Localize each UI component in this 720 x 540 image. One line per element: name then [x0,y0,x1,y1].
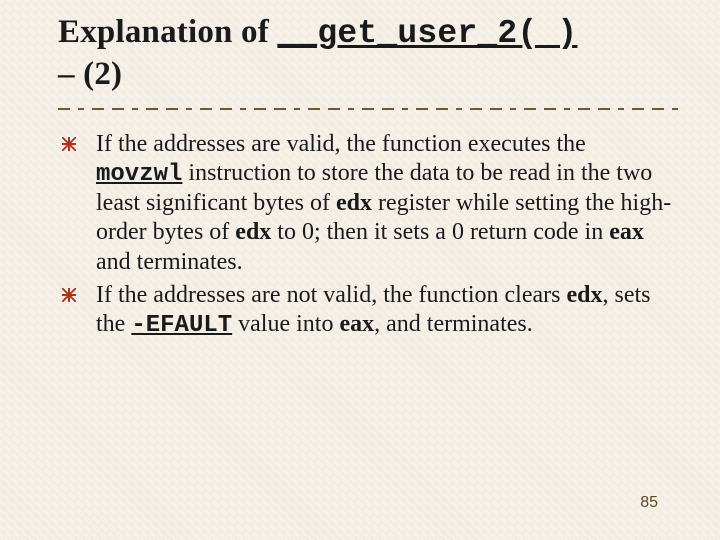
text: , and terminates. [374,311,533,337]
title-dash: – [58,56,75,92]
code-movzwl: movzwl [96,161,182,188]
code-efault: -EFAULT [131,312,232,339]
title-prefix: Explanation of [58,14,277,50]
page-number: 85 [640,494,658,512]
title-code: __get_user_2( ) [277,15,577,52]
bullet-list: If the addresses are valid, the function… [58,130,682,341]
text: value into [232,311,339,337]
reg-edx: edx [336,190,372,216]
slide-title: Explanation of __get_user_2( ) – (2) [58,12,682,96]
text: If the addresses are valid, the function… [96,131,586,157]
slide: Explanation of __get_user_2( ) – (2) If … [0,0,720,540]
text: and terminates. [96,249,243,275]
text: If the addresses are not valid, the func… [96,282,566,308]
text: to 0; then it sets a 0 return code in [271,219,609,245]
list-item: If the addresses are not valid, the func… [86,281,678,341]
list-item: If the addresses are valid, the function… [86,130,678,277]
reg-edx: edx [566,282,602,308]
title-divider [58,106,682,112]
reg-eax: eax [339,311,374,337]
reg-edx: edx [235,219,271,245]
reg-eax: eax [609,219,644,245]
title-part: (2) [83,56,122,92]
